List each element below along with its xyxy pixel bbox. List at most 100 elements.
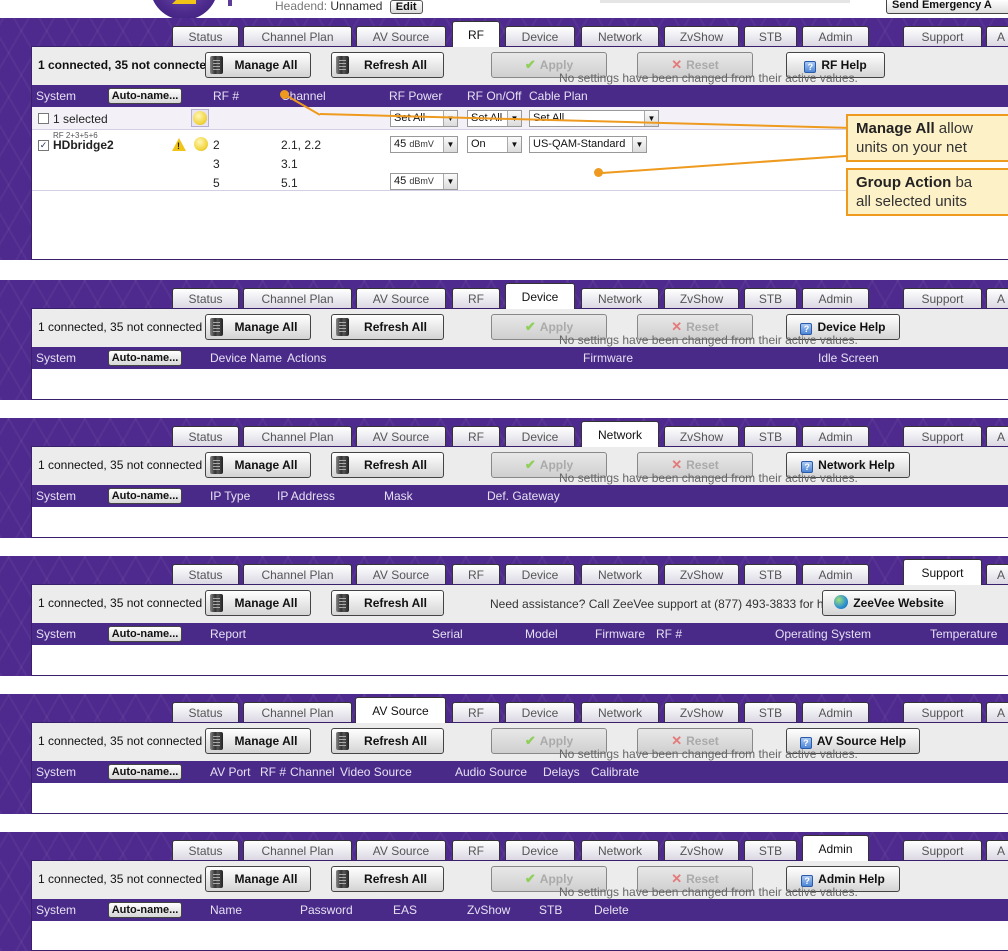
tab-support[interactable]: Support [903, 26, 982, 47]
tab-rf[interactable]: RF [452, 288, 500, 309]
tab-stb[interactable]: STB [744, 288, 797, 309]
tab-admin[interactable]: Admin [802, 702, 869, 723]
tab-device[interactable]: Device [505, 702, 575, 723]
tab-extra[interactable]: A [986, 26, 1008, 47]
tab-rf[interactable]: RF [452, 21, 500, 47]
tab-stb[interactable]: STB [744, 426, 797, 447]
manage-all-button[interactable]: Manage All [205, 866, 311, 892]
send-emergency-button[interactable]: Send Emergency A [886, 0, 1008, 14]
tab-support[interactable]: Support [903, 426, 982, 447]
tab-device[interactable]: Device [505, 564, 575, 585]
refresh-all-button[interactable]: Refresh All [331, 728, 444, 754]
tab-rf[interactable]: RF [452, 840, 500, 861]
auto-name-button[interactable]: Auto-name... [108, 902, 182, 918]
auto-name-button[interactable]: Auto-name... [108, 488, 182, 504]
tab-stb[interactable]: STB [744, 840, 797, 861]
tab-support[interactable]: Support [903, 288, 982, 309]
tab-channel-plan[interactable]: Channel Plan [243, 564, 352, 585]
tab-rf[interactable]: RF [452, 564, 500, 585]
tab-channel-plan[interactable]: Channel Plan [243, 840, 352, 861]
tab-network[interactable]: Network [581, 26, 659, 47]
refresh-all-button[interactable]: Refresh All [331, 314, 444, 340]
tab-channel-plan[interactable]: Channel Plan [243, 426, 352, 447]
auto-name-button[interactable]: Auto-name... [108, 88, 182, 104]
tab-av-source[interactable]: AV Source [355, 697, 446, 723]
refresh-all-button[interactable]: Refresh All [331, 590, 444, 616]
tab-network[interactable]: Network [581, 288, 659, 309]
tab-admin[interactable]: Admin [802, 26, 869, 47]
auto-name-button[interactable]: Auto-name... [108, 626, 182, 642]
device-checkbox[interactable]: ✓ [38, 140, 49, 151]
tab-status[interactable]: Status [172, 564, 239, 585]
tab-stb[interactable]: STB [744, 26, 797, 47]
tab-status[interactable]: Status [172, 702, 239, 723]
rf-power-group-select[interactable]: Set All ▼ [390, 110, 458, 127]
tab-extra[interactable]: A [986, 840, 1008, 861]
refresh-all-button[interactable]: Refresh All [331, 52, 444, 78]
tab-zvshow[interactable]: ZvShow [664, 288, 739, 309]
lightbulb-icon[interactable] [194, 137, 208, 151]
tab-zvshow[interactable]: ZvShow [664, 702, 739, 723]
tab-status[interactable]: Status [172, 288, 239, 309]
tab-network[interactable]: Network [581, 702, 659, 723]
rf-power-select[interactable]: 45 dBmV ▼ [390, 173, 458, 190]
tab-support[interactable]: Support [903, 559, 982, 585]
tab-av-source[interactable]: AV Source [356, 26, 446, 47]
select-all-checkbox[interactable] [38, 113, 49, 124]
tab-extra[interactable]: A [986, 702, 1008, 723]
tab-av-source[interactable]: AV Source [356, 426, 446, 447]
tab-rf[interactable]: RF [452, 426, 500, 447]
zeevee-website-button[interactable]: ZeeVee Website [822, 590, 956, 616]
tab-admin[interactable]: Admin [802, 426, 869, 447]
tab-admin[interactable]: Admin [802, 564, 869, 585]
rf-power-select[interactable]: 45 dBmV ▼ [390, 136, 458, 153]
identify-all-button[interactable] [191, 109, 209, 127]
rf-onoff-select[interactable]: On ▼ [467, 136, 522, 153]
tab-device[interactable]: Device [505, 840, 575, 861]
manage-all-button[interactable]: Manage All [205, 52, 311, 78]
tab-support[interactable]: Support [903, 702, 982, 723]
tab-stb[interactable]: STB [744, 564, 797, 585]
tab-device[interactable]: Device [505, 26, 575, 47]
tab-status[interactable]: Status [172, 26, 239, 47]
tab-zvshow[interactable]: ZvShow [664, 26, 739, 47]
auto-name-button[interactable]: Auto-name... [108, 764, 182, 780]
tab-av-source[interactable]: AV Source [356, 288, 446, 309]
refresh-all-button[interactable]: Refresh All [331, 452, 444, 478]
tab-status[interactable]: Status [172, 840, 239, 861]
tab-device[interactable]: Device [505, 283, 575, 309]
rf-power-value: 45 [394, 175, 407, 187]
chevron-down-icon: ▼ [507, 137, 521, 152]
tab-status[interactable]: Status [172, 426, 239, 447]
tab-zvshow[interactable]: ZvShow [664, 564, 739, 585]
tab-rf[interactable]: RF [452, 702, 500, 723]
tab-network[interactable]: Network [581, 564, 659, 585]
device-name[interactable]: HDbridge2 [53, 138, 114, 152]
tab-av-source[interactable]: AV Source [356, 840, 446, 861]
manage-all-button[interactable]: Manage All [205, 728, 311, 754]
tab-device[interactable]: Device [505, 426, 575, 447]
tab-admin[interactable]: Admin [802, 288, 869, 309]
tab-network[interactable]: Network [581, 840, 659, 861]
edit-headend-button[interactable]: Edit [389, 0, 423, 14]
manage-all-button[interactable]: Manage All [205, 590, 311, 616]
no-changes-message: No settings have been changed from their… [559, 471, 858, 485]
tab-admin[interactable]: Admin [802, 835, 869, 861]
tab-channel-plan[interactable]: Channel Plan [243, 702, 352, 723]
auto-name-button[interactable]: Auto-name... [108, 350, 182, 366]
manage-all-button[interactable]: Manage All [205, 314, 311, 340]
tab-network[interactable]: Network [581, 421, 659, 447]
tab-extra[interactable]: A [986, 564, 1008, 585]
tab-av-source[interactable]: AV Source [356, 564, 446, 585]
tab-channel-plan[interactable]: Channel Plan [243, 288, 352, 309]
refresh-all-button[interactable]: Refresh All [331, 866, 444, 892]
tab-extra[interactable]: A [986, 426, 1008, 447]
cable-plan-select[interactable]: US-QAM-Standard ▼ [529, 136, 647, 153]
tab-stb[interactable]: STB [744, 702, 797, 723]
tab-support[interactable]: Support [903, 840, 982, 861]
tab-zvshow[interactable]: ZvShow [664, 840, 739, 861]
manage-all-button[interactable]: Manage All [205, 452, 311, 478]
tab-channel-plan[interactable]: Channel Plan [243, 26, 352, 47]
tab-zvshow[interactable]: ZvShow [664, 426, 739, 447]
tab-extra[interactable]: A [986, 288, 1008, 309]
